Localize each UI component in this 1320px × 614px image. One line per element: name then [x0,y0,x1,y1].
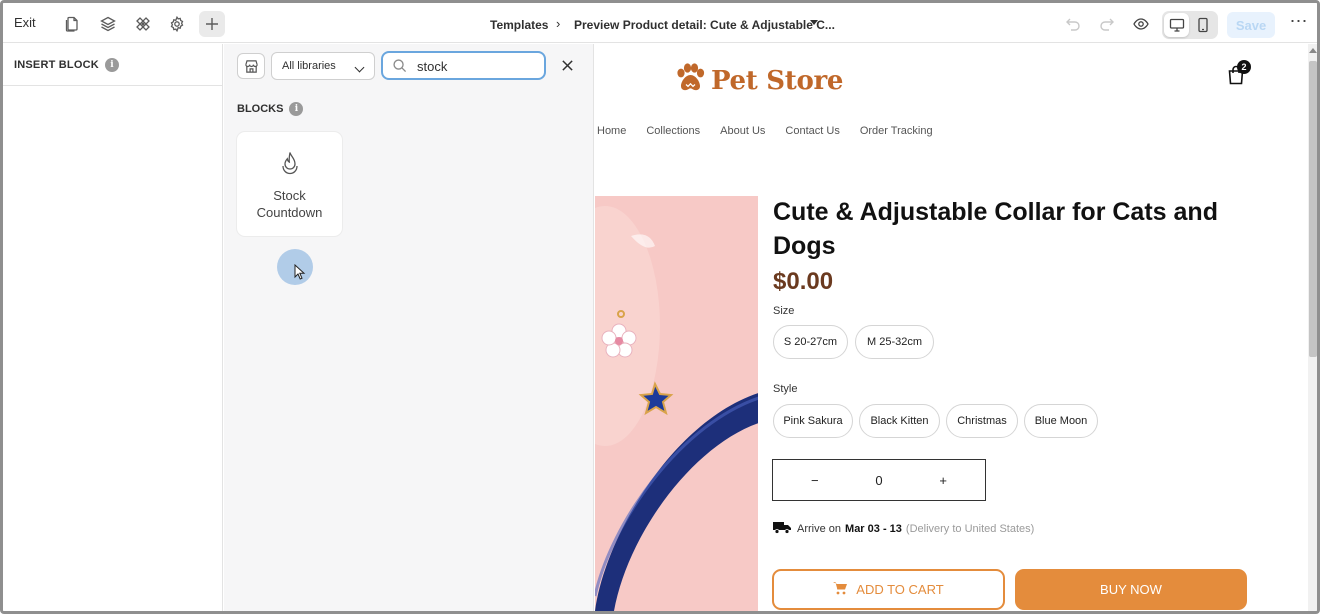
block-library-panel: All libraries BLOCKS i Stock Countdown [224,44,594,611]
redo-icon[interactable] [1093,11,1121,37]
insert-block-header: INSERT BLOCK i [3,44,222,86]
info-icon[interactable]: i [104,57,119,72]
delivery-dates: Mar 03 - 13 [845,522,902,535]
layers-icon[interactable] [95,11,121,37]
quantity-value[interactable]: 0 [875,473,882,488]
breadcrumb-templates[interactable]: Templates [490,18,548,32]
main-nav: Home Collections About Us Contact Us Ord… [597,125,933,137]
size-option-m[interactable]: M 25-32cm [855,325,934,359]
store-brand-name: Pet Store [711,65,844,96]
device-toggle [1162,11,1218,39]
insert-block-title: INSERT BLOCK [14,58,99,71]
preview-scrollbar[interactable] [1308,44,1317,611]
store-icon[interactable] [237,53,265,79]
mobile-icon[interactable] [1190,13,1215,37]
truck-icon [772,520,792,537]
scrollbar-thumb[interactable] [1309,61,1317,357]
product-image[interactable] [595,196,758,611]
pages-icon[interactable] [60,11,86,37]
product-title: Cute & Adjustable Collar for Cats and Do… [773,198,1218,260]
search-input[interactable] [417,57,537,75]
breadcrumb-current-page[interactable]: Preview Product detail: Cute & Adjustabl… [574,18,835,32]
product-price: $0.00 [773,268,834,295]
style-option-black-kitten[interactable]: Black Kitten [859,404,940,438]
shopping-cart-icon [833,581,848,598]
more-options-icon[interactable]: ⋯ [1288,12,1310,36]
save-button[interactable]: Save [1227,12,1275,38]
scroll-up-arrow-icon[interactable] [1309,48,1317,53]
style-option-christmas[interactable]: Christmas [946,404,1018,438]
search-icon [392,58,407,78]
quantity-increase-button[interactable]: + [939,473,947,488]
page-switcher-chevron-icon[interactable] [810,20,818,25]
block-card-label: Stock Countdown [256,188,323,220]
settings-icon[interactable] [164,11,190,37]
close-icon[interactable] [557,55,577,75]
style-option-blue-moon[interactable]: Blue Moon [1024,404,1098,438]
nav-item-home[interactable]: Home [597,125,626,137]
flame-icon [279,151,301,180]
desktop-icon[interactable] [1164,13,1189,37]
block-search[interactable] [381,51,546,80]
style-label: Style [773,383,798,395]
chevron-down-icon [354,62,365,73]
undo-icon[interactable] [1059,11,1087,37]
exit-button[interactable]: Exit [14,15,36,30]
add-icon[interactable] [199,11,225,37]
blocks-heading-text: BLOCKS [237,103,284,115]
info-icon[interactable]: i [289,102,304,116]
theme-style-icon[interactable] [130,11,156,37]
nav-item-collections[interactable]: Collections [646,125,700,137]
nav-item-order-tracking[interactable]: Order Tracking [860,125,933,137]
library-select[interactable]: All libraries [271,52,375,80]
quantity-decrease-button[interactable]: − [811,473,819,488]
preview-canvas: Pet Store 2 Home Collections About Us Co… [595,44,1308,611]
delivery-prefix: Arrive on [797,522,842,535]
block-card-stock-countdown[interactable]: Stock Countdown [237,132,342,236]
insert-block-panel: INSERT BLOCK i [3,44,223,611]
size-option-s[interactable]: S 20-27cm [773,325,848,359]
add-to-cart-button[interactable]: ADD TO CART [772,569,1005,610]
preview-eye-icon[interactable] [1129,12,1153,36]
nav-item-about-us[interactable]: About Us [720,125,765,137]
size-label: Size [773,305,795,317]
delivery-estimate: Arrive on Mar 03 - 13 (Delivery to Unite… [772,520,1034,537]
blocks-heading: BLOCKS i [237,102,304,116]
store-logo[interactable]: Pet Store [672,60,843,101]
buy-now-button[interactable]: BUY NOW [1015,569,1247,610]
editor-toolbar: Exit Templates › Preview Product detail:… [3,3,1317,43]
library-select-value: All libraries [282,60,336,72]
quantity-stepper: − 0 + [772,459,986,501]
paw-icon [672,60,708,101]
delivery-destination: (Delivery to United States) [905,522,1035,535]
cart-count-badge: 2 [1237,60,1251,74]
mouse-cursor-icon [294,264,306,280]
nav-item-contact-us[interactable]: Contact Us [785,125,839,137]
style-option-pink-sakura[interactable]: Pink Sakura [773,404,853,438]
editor-window: Exit Templates › Preview Product detail:… [0,0,1320,614]
breadcrumb-separator-icon: › [556,16,561,31]
add-to-cart-label: ADD TO CART [856,582,944,597]
